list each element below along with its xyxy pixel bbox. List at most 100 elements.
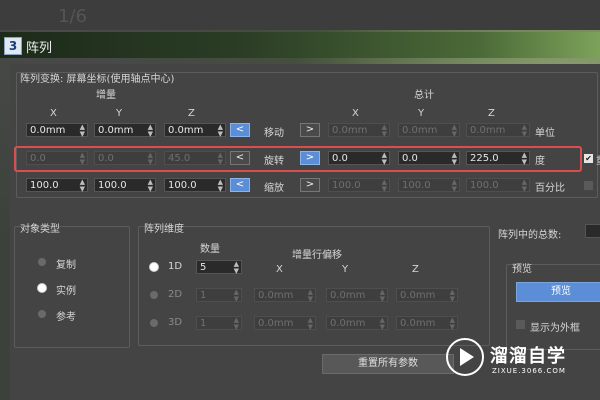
- dimension-2d-offset-z: 0.0mm ▲ ▼: [396, 288, 458, 303]
- show-as-box-label: 显示为外框: [530, 323, 580, 334]
- uniform-checkbox[interactable]: [584, 181, 593, 190]
- dimension-3d-offset-z: 0.0mm ▲ ▼: [396, 316, 458, 331]
- dimension-count-3d: 1 ▲ ▼: [196, 316, 242, 331]
- scale-total-x: 100.0 ▲ ▼: [328, 178, 390, 193]
- preview-button[interactable]: 预览: [516, 282, 600, 302]
- move-total-z: 0.0mm ▲ ▼: [466, 123, 530, 138]
- scale-inc-z-value: 100.0: [168, 180, 197, 191]
- spinner-arrows-icon[interactable]: ▲ ▼: [148, 179, 153, 193]
- dimension-count-1d-value: 5: [200, 262, 207, 273]
- watermark: 溜溜自学 ZIXUE.3066.COM: [446, 334, 570, 386]
- background-window-strip: 1/6: [0, 0, 600, 30]
- reset-all-button[interactable]: 重置所有参数: [322, 354, 454, 374]
- dimension-radio-1d[interactable]: [150, 263, 158, 271]
- show-as-box-checkbox[interactable]: [516, 320, 525, 329]
- dimension-3d-offset-z-value: 0.0mm: [400, 318, 436, 329]
- scale-total-z-value: 100.0: [470, 180, 499, 191]
- spinner-arrows-icon: ▲ ▼: [521, 123, 527, 138]
- array-dimensions-label: 阵列维度: [144, 224, 184, 235]
- window-title: 阵列: [26, 41, 53, 56]
- increment-label: 增量: [96, 90, 116, 101]
- spinner-arrows-icon[interactable]: ▲ ▼: [218, 124, 223, 138]
- spinner-arrows-icon: ▲ ▼: [307, 288, 313, 303]
- spinner-arrows-icon: ▲ ▼: [233, 288, 239, 303]
- dimension-label-2d: 2D: [168, 289, 183, 300]
- move-total-z-value: 0.0mm: [470, 125, 506, 136]
- object-type-option-label: 复制: [56, 260, 76, 271]
- spinner-arrows-icon[interactable]: ▲ ▼: [80, 124, 85, 138]
- move-left-arrow-button[interactable]: <: [230, 123, 250, 137]
- object-type-radio-2[interactable]: [38, 310, 46, 318]
- dimension-3d-offset-x-value: 0.0mm: [258, 318, 294, 329]
- spinner-arrows-icon[interactable]: ▲ ▼: [80, 179, 85, 193]
- dimension-radio-3d[interactable]: [150, 319, 158, 327]
- move-inc-x-value: 0.0mm: [30, 125, 66, 136]
- move-total-y-value: 0.0mm: [402, 125, 438, 136]
- window-titlebar[interactable]: [0, 32, 600, 58]
- dimension-2d-offset-x: 0.0mm ▲ ▼: [254, 288, 316, 303]
- scale-inc-y-value: 100.0: [98, 180, 127, 191]
- spinner-arrows-icon: ▲ ▼: [379, 316, 385, 331]
- dimension-2d-offset-y-value: 0.0mm: [330, 290, 366, 301]
- offset-label: 增量行偏移: [292, 250, 342, 261]
- inc-axis-z: Z: [188, 108, 195, 119]
- spinner-arrows-icon: ▲ ▼: [449, 288, 455, 303]
- reorient-checkbox[interactable]: ✔: [584, 154, 593, 163]
- dimension-2d-offset-x-value: 0.0mm: [258, 290, 294, 301]
- spinner-arrows-icon[interactable]: ▲ ▼: [218, 179, 223, 193]
- inc-axis-y: Y: [116, 108, 123, 119]
- dimension-label-1d: 1D: [168, 261, 183, 272]
- scale-inc-y[interactable]: 100.0 ▲ ▼: [94, 178, 156, 193]
- spinner-arrows-icon: ▲ ▼: [381, 123, 387, 138]
- dimension-count-3d-value: 1: [200, 318, 207, 329]
- move-inc-y[interactable]: 0.0mm ▲ ▼: [94, 123, 156, 138]
- dimension-count-1d[interactable]: 5 ▲ ▼: [196, 260, 242, 275]
- spinner-arrows-icon[interactable]: ▲ ▼: [234, 261, 239, 275]
- dim-offset-axis-z: Z: [412, 264, 419, 275]
- scale-inc-z[interactable]: 100.0 ▲ ▼: [164, 178, 226, 193]
- page-indicator: 1/6: [58, 6, 87, 27]
- object-type-radio-1[interactable]: [38, 284, 46, 292]
- preview-group-label: 预览: [512, 264, 532, 275]
- total-in-array-label: 阵列中的总数:: [498, 230, 562, 241]
- move-total-x-value: 0.0mm: [332, 125, 368, 136]
- scale-inc-x[interactable]: 100.0 ▲ ▼: [26, 178, 88, 193]
- move-inc-z[interactable]: 0.0mm ▲ ▼: [164, 123, 226, 138]
- spinner-arrows-icon: ▲ ▼: [451, 178, 457, 193]
- scale-left-arrow-button[interactable]: <: [230, 178, 250, 192]
- move-label: 移动: [264, 128, 284, 139]
- array-transform-label: 阵列变换: 屏幕坐标(使用轴点中心): [20, 74, 175, 85]
- object-type-option-label: 参考: [56, 312, 76, 323]
- move-right-arrow-button[interactable]: >: [300, 123, 320, 137]
- move-inc-y-value: 0.0mm: [98, 125, 134, 136]
- spinner-arrows-icon[interactable]: ▲ ▼: [148, 124, 153, 138]
- scale-total-y-value: 100.0: [402, 180, 431, 191]
- spinner-arrows-icon: ▲ ▼: [449, 316, 455, 331]
- move-unit-label: 单位: [535, 128, 555, 139]
- scale-right-arrow-button[interactable]: >: [300, 178, 320, 192]
- rotate-row-highlight: [14, 146, 582, 172]
- inc-axis-x: X: [50, 108, 57, 119]
- watermark-brand: 溜溜自学: [490, 346, 566, 367]
- app-icon: 3: [4, 37, 22, 55]
- dimension-count-2d: 1 ▲ ▼: [196, 288, 242, 303]
- dimension-count-2d-value: 1: [200, 290, 207, 301]
- dimension-label-3d: 3D: [168, 317, 183, 328]
- dimension-2d-offset-y: 0.0mm ▲ ▼: [326, 288, 388, 303]
- scale-inc-x-value: 100.0: [30, 180, 59, 191]
- spinner-arrows-icon: ▲ ▼: [521, 178, 527, 193]
- total-label: 总计: [414, 90, 434, 101]
- dim-offset-axis-y: Y: [342, 264, 349, 275]
- dimension-3d-offset-y-value: 0.0mm: [330, 318, 366, 329]
- watermark-url: ZIXUE.3066.COM: [492, 367, 566, 375]
- object-type-radio-0[interactable]: [38, 258, 46, 266]
- total-axis-z: Z: [488, 108, 495, 119]
- move-inc-z-value: 0.0mm: [168, 125, 204, 136]
- total-axis-y: Y: [418, 108, 425, 119]
- move-inc-x[interactable]: 0.0mm ▲ ▼: [26, 123, 88, 138]
- dimension-radio-2d[interactable]: [150, 291, 158, 299]
- spinner-arrows-icon: ▲ ▼: [307, 316, 313, 331]
- object-type-label: 对象类型: [20, 224, 60, 235]
- dim-offset-axis-x: X: [276, 264, 283, 275]
- dimension-2d-offset-z-value: 0.0mm: [400, 290, 436, 301]
